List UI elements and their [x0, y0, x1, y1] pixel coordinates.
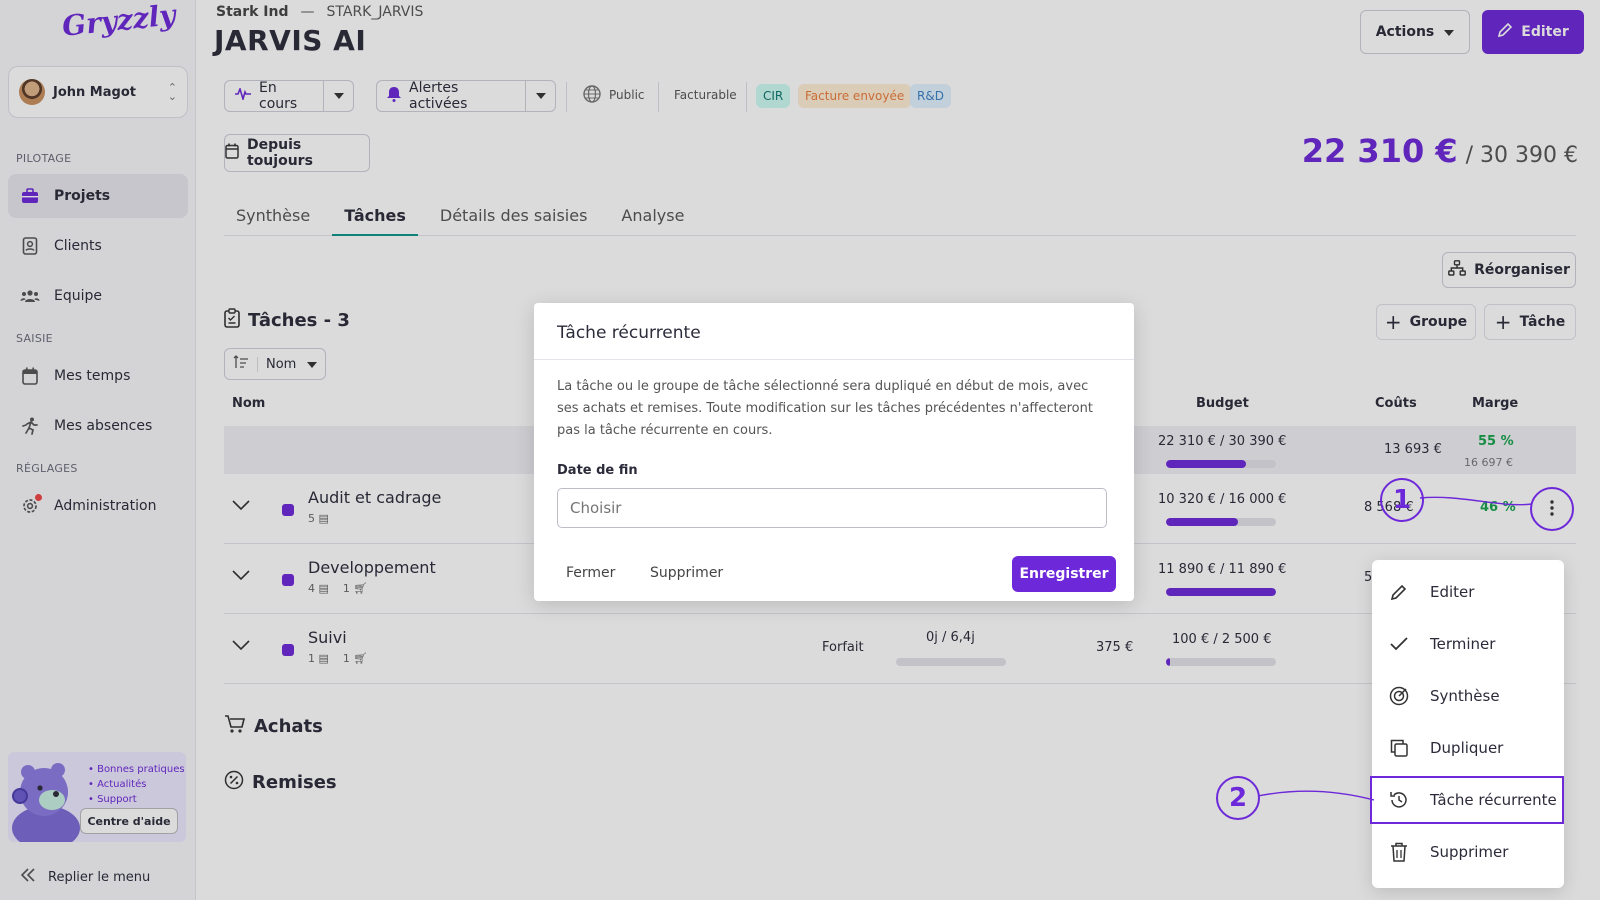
target-icon	[1388, 686, 1410, 706]
step-callout-1: 1	[1380, 478, 1424, 522]
menu-item-label: Dupliquer	[1430, 739, 1504, 757]
delete-button[interactable]: Supprimer	[650, 565, 723, 581]
close-button[interactable]: Fermer	[566, 565, 615, 581]
row-context-menu: Editer Terminer Synthèse Dupliquer Tâche…	[1370, 560, 1564, 888]
history-icon	[1388, 790, 1410, 810]
callout-line-2	[1258, 790, 1374, 801]
menu-item-label: Editer	[1430, 583, 1475, 601]
menu-item-label: Supprimer	[1430, 843, 1509, 861]
kebab-menu-icon	[1550, 497, 1554, 521]
modal-title: Tâche récurrente	[534, 303, 1134, 360]
recurring-task-modal: Tâche récurrente La tâche ou le groupe d…	[534, 303, 1134, 601]
end-date-input[interactable]	[557, 488, 1107, 528]
menu-item-edit[interactable]: Editer	[1372, 568, 1564, 616]
menu-item-summary[interactable]: Synthèse	[1372, 672, 1564, 720]
menu-item-recurring-task[interactable]: Tâche récurrente	[1370, 776, 1564, 824]
menu-item-duplicate[interactable]: Dupliquer	[1372, 724, 1564, 772]
check-icon	[1388, 637, 1410, 651]
menu-item-label: Terminer	[1430, 635, 1496, 653]
callout-line-1	[1420, 496, 1532, 506]
modal-description: La tâche ou le groupe de tâche sélection…	[557, 379, 1093, 438]
end-date-label: Date de fin	[557, 463, 638, 478]
trash-icon	[1388, 842, 1410, 862]
row-menu-button[interactable]	[1530, 487, 1574, 531]
save-button[interactable]: Enregistrer	[1012, 556, 1116, 592]
menu-item-finish[interactable]: Terminer	[1372, 620, 1564, 668]
pencil-icon	[1388, 583, 1410, 601]
menu-item-delete[interactable]: Supprimer	[1372, 828, 1564, 876]
menu-item-label: Synthèse	[1430, 687, 1500, 705]
copy-icon	[1388, 738, 1410, 758]
menu-item-label: Tâche récurrente	[1430, 791, 1557, 809]
step-callout-2: 2	[1216, 776, 1260, 820]
